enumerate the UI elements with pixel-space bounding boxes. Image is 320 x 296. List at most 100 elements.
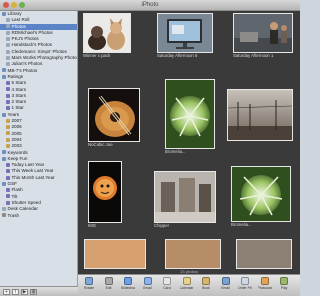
source-list-controls: + i ▶ ▦ (0, 286, 78, 296)
sidebar-item-label: Shutter Speed (11, 199, 41, 205)
photo-thumbnail[interactable] (84, 239, 146, 269)
sidebar-item-label: Handstack's Photos (11, 42, 52, 48)
photo-image-chipper[interactable] (154, 171, 216, 223)
photo-caption: Chipper (154, 223, 170, 228)
sidebar-item-label: Last Roll (11, 17, 30, 23)
trash-icon (2, 213, 6, 218)
email2-icon (221, 277, 230, 285)
folder-icon (2, 112, 6, 117)
toolbar-button[interactable]: Play (277, 277, 291, 295)
view-options-button[interactable]: ▦ (30, 289, 37, 295)
album-icon (6, 49, 10, 54)
sidebar-item-label: 2005 (11, 130, 22, 136)
photo-image-plant[interactable] (165, 79, 215, 149)
info-button[interactable]: i (12, 289, 19, 295)
toolbar-button-label: Book (202, 286, 210, 290)
smart-icon (6, 169, 10, 174)
sidebar-item-label: This Week Last Year (11, 168, 54, 174)
photo-thumbnail[interactable]: Saturday Afternoon 1 (233, 13, 293, 59)
photo-thumbnail[interactable] (227, 89, 293, 147)
slideshow-small-button[interactable]: ▶ (21, 289, 28, 295)
photo-caption: NoCubic Joe (88, 142, 113, 147)
photo-image-monitor[interactable] (157, 13, 213, 53)
album-icon (6, 36, 10, 41)
play-icon (280, 277, 288, 285)
sidebar-item-label: 2 Stars (11, 99, 27, 105)
photo-image-bottom1[interactable] (84, 239, 146, 269)
toolbar-button[interactable]: Book (199, 277, 213, 295)
sidebar-item-label: GSF (7, 181, 17, 187)
sidebar-item-label: Tilt (11, 193, 18, 199)
photo-image-dogs[interactable] (83, 13, 131, 53)
smart-icon (6, 194, 10, 199)
album-icon (6, 24, 10, 29)
sidebar-item-label: 1 Star (11, 105, 24, 111)
photo-image-plant2[interactable] (231, 166, 291, 222)
toolbar-button-label: Card (163, 286, 171, 290)
sidebar-item[interactable]: Trash (0, 213, 77, 219)
toolbar-button-label: Email (221, 286, 230, 290)
photo-thumbnail[interactable]: IMG (88, 161, 122, 231)
photo-caption: Bromelia... (231, 222, 252, 227)
toolbar-button-label: Photocast (257, 286, 272, 290)
photo-image-dusk[interactable] (227, 89, 293, 141)
add-album-button[interactable]: + (3, 289, 10, 295)
sidebar-item-label: Ratings (7, 73, 24, 79)
card-icon (163, 277, 171, 285)
sidebar-item-label: Desk Calendar (7, 206, 38, 212)
toolbar-button[interactable]: Card (160, 277, 174, 295)
album-icon (6, 30, 10, 35)
toolbar-button-label: Play (280, 286, 288, 290)
toolbar-button[interactable]: Order Prints (238, 277, 252, 295)
album-icon (6, 43, 10, 48)
edit-icon (104, 277, 113, 285)
toolbar-button[interactable]: Slideshow (121, 277, 135, 295)
smart-icon (6, 200, 10, 205)
toolbar-button-label: Email (143, 286, 152, 290)
smart-icon (6, 175, 10, 180)
event-icon (6, 131, 10, 136)
toolbar-button[interactable]: Photocast (258, 277, 272, 295)
photo-thumbnail[interactable]: Winner x pack (83, 13, 131, 59)
sidebar-item-label: Julian's Photos (11, 61, 43, 67)
sidebar-item-label: Today Last Year (11, 162, 45, 168)
photo-image-guitar[interactable] (88, 88, 140, 142)
title-bar: iPhoto (0, 0, 300, 11)
toolbar-button-label: Rotate (84, 286, 94, 290)
toolbar-button[interactable]: Calendar (180, 277, 194, 295)
sidebar-item-label: Keep Fun (7, 155, 28, 161)
photo-image-bottom2[interactable] (165, 239, 221, 269)
smart-icon (6, 162, 10, 167)
sidebar-item-label: 2004 (11, 136, 22, 142)
photo-thumbnail[interactable]: Bromelia... (165, 79, 215, 157)
toolbar-button-label: Slideshow (121, 286, 135, 290)
book-icon (202, 277, 210, 285)
toolbar-button[interactable]: Email (141, 277, 155, 295)
smart-icon (6, 188, 10, 193)
photo-thumbnail[interactable]: NoCubic Joe (88, 88, 140, 148)
photo-thumbnail[interactable] (165, 239, 221, 269)
sidebar-item-label: 4 Stars (11, 86, 27, 92)
toolbar-button-label: Edit (105, 286, 112, 290)
photo-image-sticker[interactable] (88, 161, 122, 223)
folder-icon (2, 181, 6, 186)
photo-thumbnail[interactable]: Saturday Afternoon 6 (157, 13, 213, 59)
event-icon (6, 144, 10, 149)
window-title: iPhoto (141, 2, 159, 8)
photo-thumbnail[interactable]: Bromelia... (231, 166, 291, 230)
toolbar-button[interactable]: Edit (102, 277, 116, 295)
toolbar-button[interactable]: Email (219, 277, 233, 295)
sidebar-item-label: Keywords (7, 149, 28, 155)
photo-image-bottom3[interactable] (236, 239, 292, 269)
album-icon (6, 55, 10, 60)
photo-caption: Saturday Afternoon 6 (157, 53, 198, 58)
sidebar-item-label: 5 Stars (11, 80, 27, 86)
photo-image-people[interactable] (233, 13, 293, 53)
photo-thumbnail[interactable] (236, 239, 292, 269)
sidebar-item-label: Years (7, 111, 20, 117)
sidebar-item-label: 2007 (11, 118, 22, 124)
toolbar-button[interactable]: Rotate (82, 277, 96, 295)
album-icon (2, 206, 6, 211)
photo-thumbnail[interactable]: Chipper (154, 171, 216, 231)
sidebar-item-label: Library (7, 11, 22, 16)
